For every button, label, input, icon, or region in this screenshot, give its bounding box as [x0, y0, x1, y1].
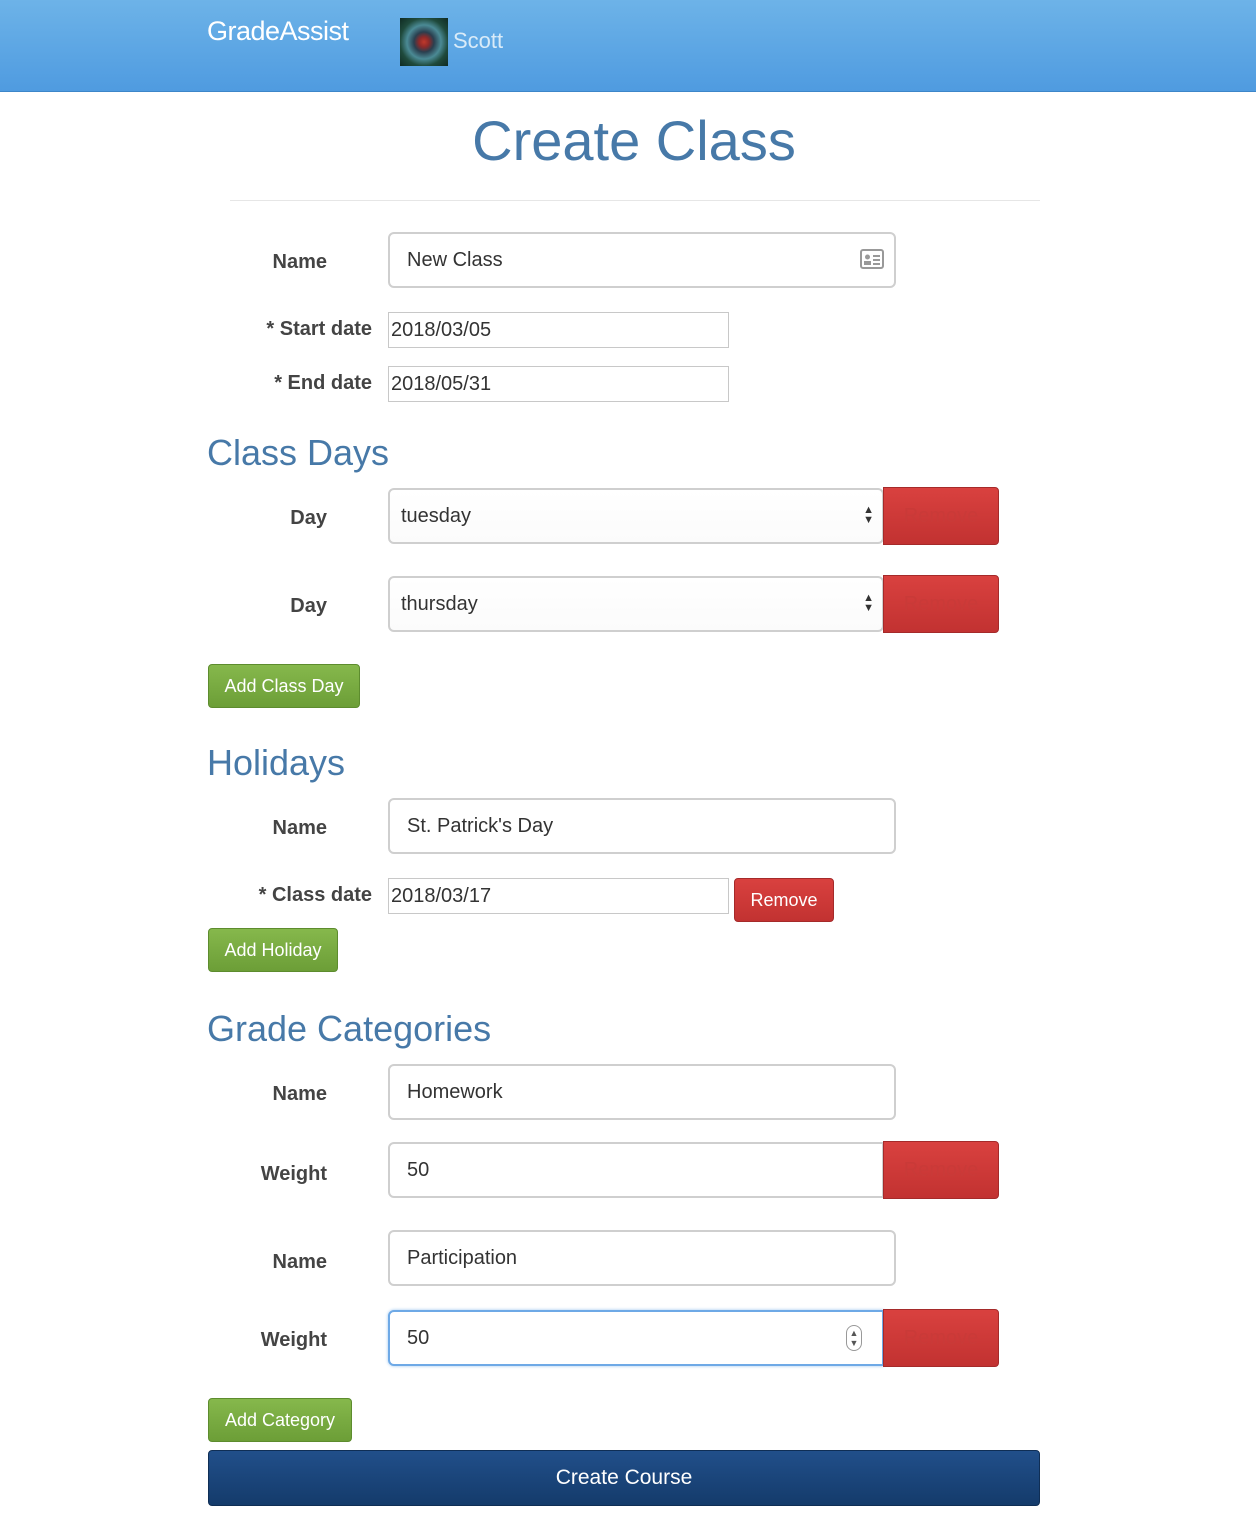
add-holiday-button[interactable]: Add Holiday: [208, 928, 338, 972]
end-date-input[interactable]: 2018/05/31: [388, 366, 729, 402]
end-date-value: 2018/05/31: [391, 372, 492, 395]
end-date-label: * End date: [274, 372, 372, 394]
contact-card-icon: [860, 249, 884, 269]
category-name-input[interactable]: Homework: [388, 1064, 896, 1120]
add-category-button[interactable]: Add Category: [208, 1398, 352, 1442]
day-select-value: thursday: [401, 592, 478, 615]
class-name-label: Name: [272, 251, 327, 273]
category-name-label: Name: [272, 1251, 327, 1273]
holiday-name-label: Name: [272, 817, 327, 839]
class-name-value: New Class: [407, 248, 503, 271]
day-select-value: tuesday: [401, 504, 472, 527]
remove-day-button[interactable]: Remove: [883, 575, 999, 633]
create-course-button[interactable]: Create Course: [208, 1450, 1040, 1506]
top-navbar: GradeAssist Scott: [0, 0, 1256, 92]
holiday-name-input[interactable]: St. Patrick's Day: [388, 798, 896, 854]
category-weight-value: 50: [407, 1326, 430, 1349]
category-weight-label: Weight: [260, 1163, 327, 1185]
select-arrows-icon: ▲ ▼: [863, 592, 874, 614]
start-date-value: 2018/03/05: [391, 318, 492, 341]
brand-logo-text[interactable]: GradeAssist: [207, 16, 349, 47]
holiday-date-value: 2018/03/17: [391, 884, 492, 907]
remove-category-button[interactable]: Remove: [883, 1309, 999, 1367]
category-weight-value: 50: [407, 1158, 430, 1181]
category-weight-input[interactable]: 50 ▲ ▼: [388, 1310, 884, 1366]
day-label: Day: [290, 595, 327, 617]
day-select[interactable]: thursday ▲ ▼: [388, 576, 884, 632]
number-spinner-icon[interactable]: ▲ ▼: [846, 1325, 862, 1351]
holiday-date-input[interactable]: 2018/03/17: [388, 878, 729, 914]
start-date-input[interactable]: 2018/03/05: [388, 312, 729, 348]
holidays-heading: Holidays: [207, 742, 346, 783]
category-name-value: Participation: [407, 1246, 518, 1269]
class-name-input[interactable]: New Class: [388, 232, 896, 288]
add-class-day-button[interactable]: Add Class Day: [208, 664, 360, 708]
category-name-input[interactable]: Participation: [388, 1230, 896, 1286]
category-weight-input[interactable]: 50: [388, 1142, 884, 1198]
grade-categories-heading: Grade Categories: [207, 1008, 492, 1049]
title-divider: [230, 200, 1040, 201]
category-name-label: Name: [272, 1083, 327, 1105]
remove-day-button[interactable]: Remove: [883, 487, 999, 545]
holiday-name-value: St. Patrick's Day: [407, 814, 554, 837]
class-days-heading: Class Days: [207, 432, 390, 473]
user-avatar[interactable]: [400, 18, 448, 66]
select-arrows-icon: ▲ ▼: [863, 504, 874, 526]
category-name-value: Homework: [407, 1080, 503, 1103]
day-select[interactable]: tuesday ▲ ▼: [388, 488, 884, 544]
category-weight-label: Weight: [260, 1329, 327, 1351]
remove-holiday-button[interactable]: Remove: [734, 878, 834, 922]
day-label: Day: [290, 507, 327, 529]
user-name-link[interactable]: Scott: [453, 28, 503, 54]
holiday-date-label: * Class date: [258, 884, 372, 906]
page-title: Create Class: [472, 109, 796, 172]
remove-category-button[interactable]: Remove: [883, 1141, 999, 1199]
start-date-label: * Start date: [266, 318, 372, 340]
